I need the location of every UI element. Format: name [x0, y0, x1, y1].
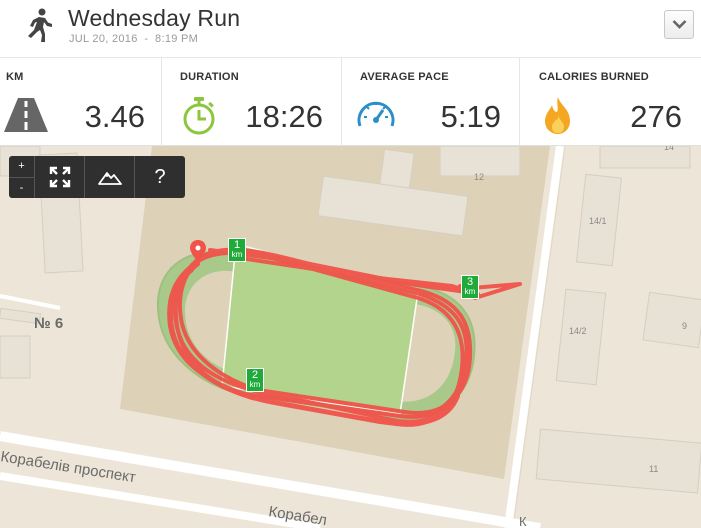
- activity-datetime: JUL 20, 2016 - 8:19 PM: [69, 33, 198, 45]
- stats-bar: KM 3.46 DURATION 18:26 AVERAGE PACE 5:19…: [0, 58, 701, 146]
- fullscreen-button[interactable]: [35, 156, 85, 198]
- terrain-button[interactable]: [85, 156, 135, 198]
- map-label-building: 11: [649, 464, 658, 474]
- km-marker-3[interactable]: 3 km: [461, 275, 479, 299]
- activity-time: 8:19 PM: [155, 33, 199, 45]
- stat-label: CALORIES BURNED: [539, 71, 649, 83]
- stat-value: 18:26: [245, 99, 323, 134]
- stat-value: 5:19: [440, 99, 501, 134]
- map-label-building: 14/2: [569, 326, 587, 336]
- building: [642, 291, 701, 349]
- help-button[interactable]: ?: [135, 156, 185, 198]
- map-canvas[interactable]: Корабелів проспект Корабел К № 6 12 14 1…: [0, 146, 701, 528]
- building: [0, 335, 31, 379]
- mountain-icon: [97, 172, 122, 185]
- km-marker-unit: km: [231, 250, 243, 259]
- runner-icon: [28, 8, 52, 42]
- stat-value: 276: [630, 99, 682, 134]
- activity-header: Wednesday Run JUL 20, 2016 - 8:19 PM: [0, 0, 701, 58]
- help-label: ?: [154, 165, 166, 188]
- activity-title: Wednesday Run: [68, 5, 241, 31]
- map-label-building: 14: [664, 146, 674, 152]
- map-label-building: 12: [474, 172, 484, 182]
- stat-label: KM: [6, 71, 24, 83]
- km-marker-2[interactable]: 2 km: [246, 368, 264, 392]
- stat-value: 3.46: [84, 99, 145, 134]
- building: [535, 428, 701, 494]
- stat-label: DURATION: [180, 71, 239, 83]
- stat-label: AVERAGE PACE: [360, 71, 449, 83]
- chevron-down-icon: [672, 20, 687, 29]
- km-marker-1[interactable]: 1 km: [228, 238, 246, 262]
- stat-pace: AVERAGE PACE 5:19: [342, 58, 520, 146]
- stat-duration: DURATION 18:26: [162, 58, 342, 146]
- expand-icon: [49, 166, 70, 188]
- map-label-area: № 6: [34, 315, 63, 332]
- map-label-building: 14/1: [589, 216, 607, 226]
- stat-distance: KM 3.46: [0, 58, 162, 146]
- map-label-edge: К: [519, 514, 527, 528]
- road: [0, 294, 61, 310]
- zoom-controls: + -: [9, 156, 35, 198]
- activity-date: JUL 20, 2016: [69, 33, 138, 45]
- km-marker-unit: km: [464, 287, 476, 296]
- route-map[interactable]: Корабелів проспект Корабел К № 6 12 14 1…: [0, 146, 701, 528]
- options-dropdown-button[interactable]: [664, 10, 694, 39]
- stat-calories: CALORIES BURNED 276: [520, 58, 701, 146]
- zoom-out-button[interactable]: -: [9, 176, 34, 199]
- map-controls: + - ?: [9, 156, 185, 198]
- stopwatch-icon: [183, 97, 215, 135]
- km-marker-unit: km: [249, 380, 261, 389]
- zoom-in-button[interactable]: +: [9, 156, 34, 177]
- building: [555, 288, 607, 386]
- datetime-separator: -: [144, 33, 149, 45]
- map-label-building: 9: [682, 321, 687, 331]
- road-icon: [4, 98, 48, 132]
- speedometer-icon: [357, 101, 395, 127]
- building: [599, 146, 691, 169]
- flame-icon: [545, 97, 570, 134]
